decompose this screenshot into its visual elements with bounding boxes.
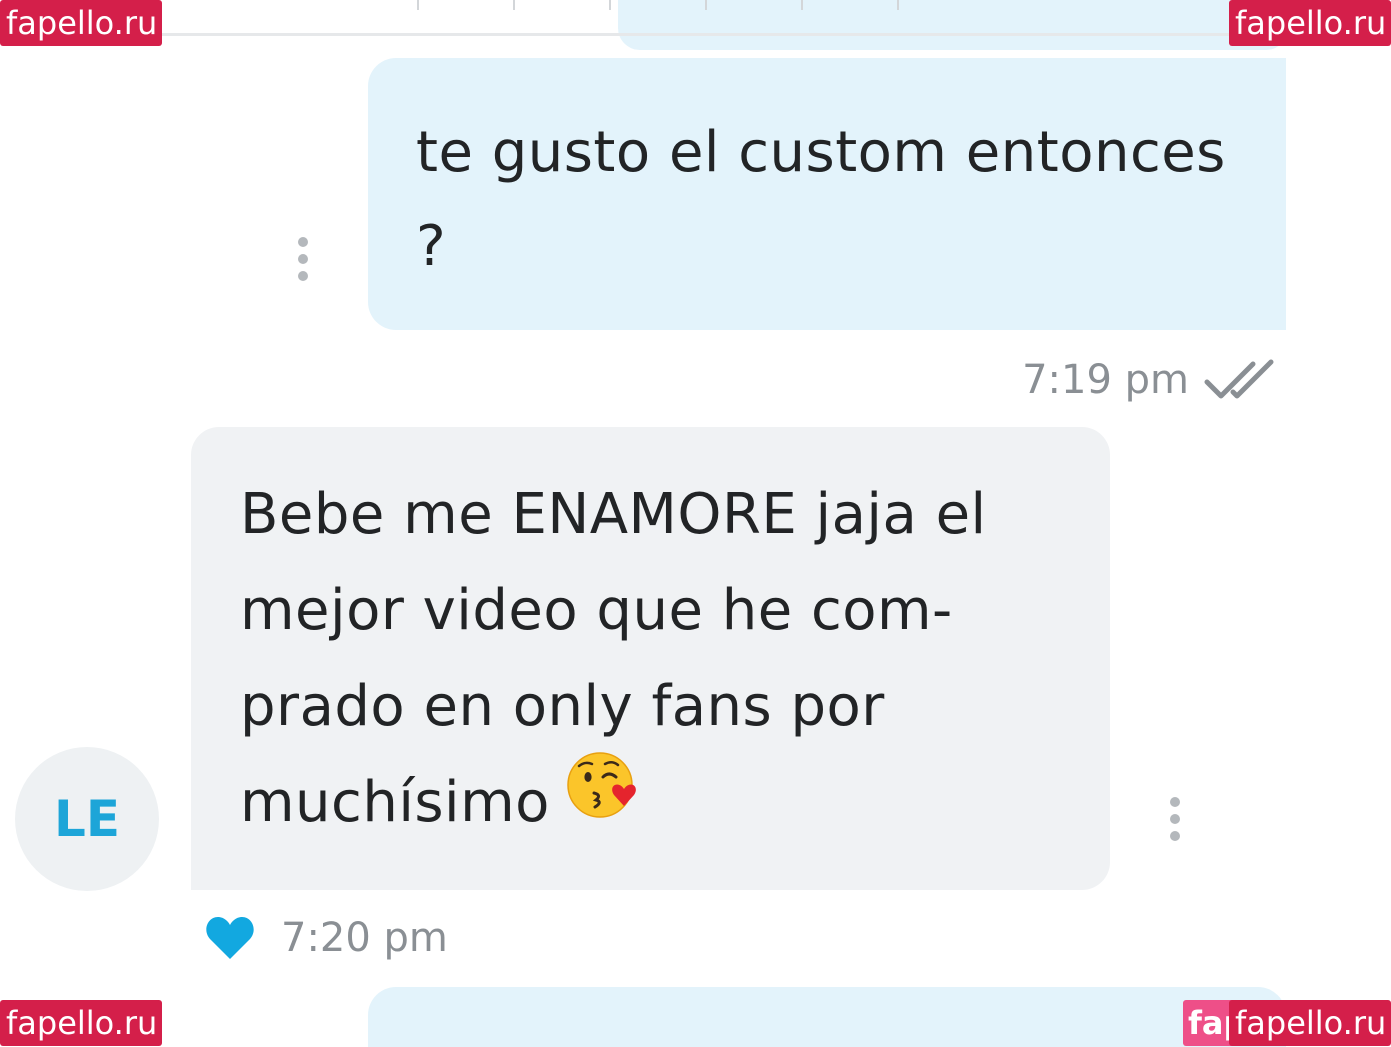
watermark-badge: fapello.ru bbox=[0, 1000, 162, 1046]
watermark-badge: fapello.ru bbox=[1229, 1000, 1391, 1046]
outgoing-message-meta: 7:19 pm bbox=[1022, 350, 1277, 410]
next-outgoing-bubble bbox=[368, 987, 1286, 1047]
incoming-message-time: 7:20 pm bbox=[281, 915, 448, 961]
heart-icon[interactable] bbox=[205, 915, 255, 961]
face-blowing-kiss-emoji-icon bbox=[566, 749, 642, 851]
outgoing-message-time: 7:19 pm bbox=[1022, 357, 1189, 403]
incoming-message-bubble[interactable]: Bebe me ENAMORE jaja el mejor video que … bbox=[191, 427, 1110, 890]
incoming-message-options-icon[interactable] bbox=[1169, 797, 1181, 843]
double-check-icon bbox=[1203, 358, 1277, 402]
toolbar-separator bbox=[609, 0, 611, 10]
sender-avatar[interactable]: LE bbox=[15, 747, 159, 891]
outgoing-message-bubble[interactable]: te gusto el custom entonces ? bbox=[368, 58, 1286, 330]
toolbar-separator bbox=[801, 0, 803, 10]
outgoing-message-text: te gusto el custom entonces ? bbox=[416, 120, 1226, 279]
incoming-message-meta: 7:20 pm bbox=[205, 905, 448, 971]
outgoing-message-options-icon[interactable] bbox=[297, 237, 309, 283]
toolbar-separator bbox=[417, 0, 419, 10]
toolbar-separator bbox=[705, 0, 707, 10]
header-divider bbox=[160, 33, 1290, 36]
watermark-badge: fapello.ru bbox=[1229, 0, 1391, 46]
previous-outgoing-bubble bbox=[618, 0, 1288, 50]
toolbar-separator bbox=[897, 0, 899, 10]
chat-screen: te gusto el custom entonces ? 7:19 pm Be… bbox=[0, 0, 1391, 1047]
watermark-badge: fapello.ru bbox=[0, 0, 162, 46]
toolbar-separator bbox=[513, 0, 515, 10]
